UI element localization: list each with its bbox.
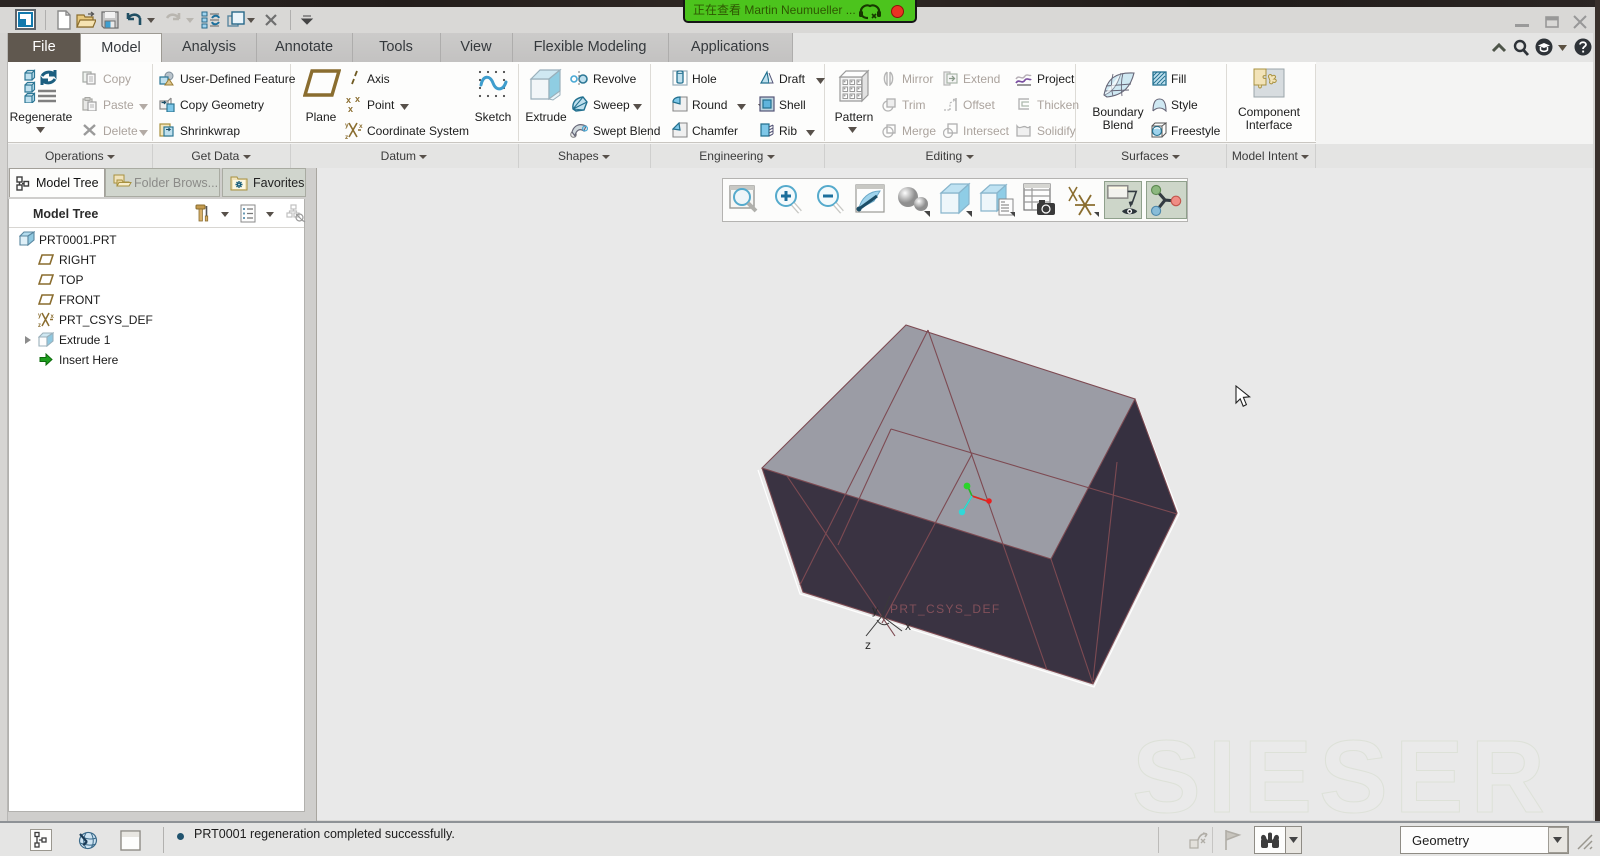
svg-text:y: y (872, 603, 878, 617)
svg-text:y: y (38, 313, 42, 319)
svg-text:x: x (51, 314, 55, 320)
svg-text:z: z (38, 323, 41, 328)
svg-text:y: y (345, 122, 349, 129)
svg-text:x: x (348, 104, 353, 113)
svg-text:z: z (865, 638, 871, 652)
svg-text:x: x (905, 619, 911, 633)
svg-text:x: x (359, 123, 363, 130)
svg-text:x: x (355, 94, 360, 104)
svg-text:z: z (345, 134, 349, 140)
svg-text:PRT_CSYS_DEF: PRT_CSYS_DEF (890, 602, 1001, 616)
svg-text:SIESER: SIESER (1132, 719, 1552, 820)
